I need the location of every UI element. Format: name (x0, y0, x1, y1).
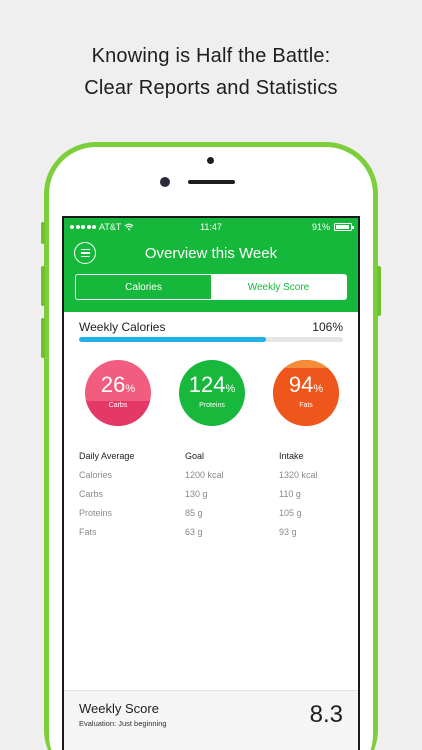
proteins-unit: % (225, 383, 236, 395)
goal-cell: 63 g (185, 526, 203, 537)
proteins-circle[interactable]: 124% Proteins (179, 360, 245, 426)
power-button (377, 266, 381, 316)
volume-down-button (41, 318, 45, 358)
weekly-score-value: 8.3 (309, 701, 343, 728)
table-row: Fats 63 g 93 g (79, 522, 349, 541)
page-title: Overview this Week (144, 245, 278, 262)
status-bar: AT&T 11:47 91% (64, 218, 358, 236)
table-row: Proteins 85 g 105 g (79, 503, 349, 522)
proteins-value: 124 (188, 372, 226, 397)
column-header-goal: Goal (185, 451, 205, 461)
intake-cell: 1320 kcal (279, 469, 318, 480)
goal-cell: 1200 kcal (185, 469, 224, 480)
mute-switch (41, 222, 45, 244)
segmented-control: Calories Weekly Score (75, 274, 347, 300)
goal-cell: 130 g (185, 488, 208, 499)
battery-icon (334, 223, 354, 231)
intake-cell: 105 g (279, 507, 302, 518)
daily-average-table: Daily Average Goal Intake Calories 1200 … (79, 447, 349, 541)
app-screen: AT&T 11:47 91% Overview this Week Calori… (62, 216, 360, 750)
row-label: Carbs (79, 488, 104, 499)
fats-unit: % (313, 383, 324, 395)
weekly-calories-value: 106% (312, 320, 343, 334)
intake-cell: 93 g (279, 526, 297, 537)
goal-cell: 85 g (185, 507, 203, 518)
evaluation-text: Evaluation: Just beginning (79, 719, 167, 728)
weekly-score-title: Weekly Score (79, 701, 159, 716)
intake-cell: 110 g (279, 488, 301, 499)
battery-percent: 91% (311, 222, 330, 232)
carbs-circle[interactable]: 26% Carbs (85, 360, 151, 426)
carbs-value: 26 (100, 372, 126, 397)
column-header-intake: Intake (279, 451, 304, 461)
column-header-daily-average: Daily Average (79, 451, 135, 461)
volume-up-button (41, 266, 45, 306)
fats-value: 94 (288, 372, 314, 397)
carbs-unit: % (125, 383, 136, 395)
proximity-sensor (207, 157, 214, 164)
tab-weekly-score[interactable]: Weekly Score (211, 275, 346, 299)
table-row: Calories 1200 kcal 1320 kcal (79, 465, 349, 484)
front-camera (160, 177, 170, 187)
app-header: AT&T 11:47 91% Overview this Week Calori… (64, 218, 358, 312)
tab-calories[interactable]: Calories (76, 275, 211, 299)
promo-headline: Knowing is Half the Battle: Clear Report… (0, 40, 422, 104)
fats-circle[interactable]: 94% Fats (273, 360, 339, 426)
row-label: Proteins (79, 507, 113, 518)
table-row: Carbs 130 g 110 g (79, 484, 349, 503)
row-label: Calories (79, 469, 113, 480)
battery-info: 91% (311, 222, 354, 232)
table-header: Daily Average Goal Intake (79, 447, 349, 465)
fats-label: Fats (299, 402, 313, 409)
progress-fill (79, 337, 267, 342)
headline-line-1: Knowing is Half the Battle: (91, 45, 331, 67)
carbs-label: Carbs (108, 402, 128, 409)
fats-overflow (273, 360, 339, 368)
row-label: Fats (79, 526, 97, 537)
proteins-label: Proteins (199, 402, 225, 409)
weekly-score-footer[interactable]: Weekly Score Evaluation: Just beginning … (64, 690, 358, 750)
headline-line-2: Clear Reports and Statistics (84, 77, 338, 99)
earpiece-speaker (188, 180, 235, 184)
weekly-calories-progress (79, 337, 343, 342)
weekly-calories-label: Weekly Calories (79, 320, 166, 334)
